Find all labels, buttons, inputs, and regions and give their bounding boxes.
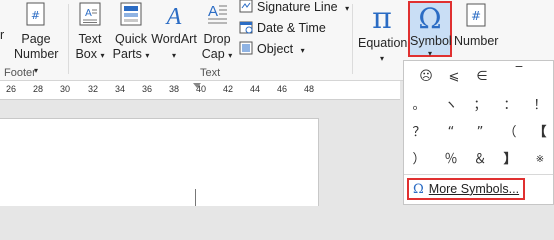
symbol-cell[interactable]: 】 [496,149,524,171]
number-label: Number [454,34,499,48]
symbol-cell[interactable]: ） [405,149,433,171]
ruler-number: 48 [304,84,315,94]
drop-cap-label-2: Cap ▾ [201,47,233,61]
ruler-number: 26 [6,84,17,94]
date-time-button[interactable]: Date & Time [239,18,326,38]
symbol-cell[interactable]: （ [496,122,524,144]
drop-cap-label-1: Drop [203,32,231,46]
omega-icon: Ω [418,2,441,35]
signature-line-button[interactable]: Signature Line ▾ [239,0,349,17]
svg-text:A: A [85,8,92,19]
symbol-button[interactable]: Ω Symbol ▾ [408,1,452,58]
quick-parts-button[interactable]: Quick Parts ▾ [110,2,152,63]
quick-parts-label-2: Parts ▾ [112,47,150,61]
svg-text:A: A [208,3,218,20]
text-box-icon: A [79,2,101,26]
svg-text:#: # [31,9,40,22]
ruler-number: 36 [142,84,153,94]
dropdown-caret-icon: ▾ [145,51,150,60]
dropdown-caret-icon: ▾ [100,51,105,60]
number-button[interactable]: # Number [454,2,498,49]
quick-parts-icon [120,2,142,26]
text-group-label: Text [200,67,221,79]
more-symbols-button[interactable]: Ω More Symbols... [407,178,525,200]
symbol-cell[interactable]: 【 [526,122,554,144]
symbol-cell[interactable]: ” [466,122,494,144]
symbol-cell[interactable]: ； [466,95,494,117]
signature-line-icon [239,0,253,13]
ruler-number: 38 [169,84,180,94]
dropdown-caret-icon: ▾ [345,4,350,13]
page-number-label-1: Page [21,32,51,46]
document-page[interactable] [0,118,319,206]
calendar-icon [239,20,253,34]
ruler-number: 44 [250,84,261,94]
symbol-cell[interactable]: ∈ [468,66,496,88]
dropdown-caret-icon: ▾ [427,49,432,58]
number-icon: # [466,3,486,27]
symbol-cell[interactable]: ⩽ [440,66,468,88]
ruler-number: 32 [88,84,99,94]
quick-parts-label-1: Quick [115,32,147,46]
symbol-cell[interactable]: ！ [526,95,554,117]
wordart-icon: A [165,4,182,30]
ruler-number: 28 [33,84,44,94]
page-number-icon: # [26,2,45,26]
footer-group-label: Footer [4,67,36,79]
svg-text:A: A [165,4,182,28]
symbol-cell[interactable]: “ [437,122,465,144]
drop-cap-icon: A [208,3,227,24]
indent-marker-icon[interactable] [193,83,201,88]
svg-text:#: # [471,9,481,23]
symbol-cell[interactable]: ※ [526,149,554,171]
ruler-number: 34 [115,84,126,94]
object-icon [239,41,253,55]
svg-text:Ω: Ω [418,3,441,33]
pi-icon: π [372,1,392,36]
symbol-cell[interactable]: ☹ [412,66,440,88]
text-box-button[interactable]: A Text Box ▾ [72,2,108,63]
object-button[interactable]: Object ▾ [239,39,305,59]
dropdown-caret-icon: ▾ [379,54,384,63]
svg-text:π: π [372,2,392,32]
symbol-cell[interactable]: ： [496,95,524,117]
more-symbols-label: More Symbols... [428,182,520,196]
symbol-cell[interactable]: ヽ [437,95,465,117]
symbol-cell[interactable]: ＆ [466,149,494,171]
wordart-button[interactable]: A WordArt ▾ [150,2,198,63]
text-box-label-1: Text [78,32,102,46]
date-time-label: Date & Time [257,21,326,35]
ruler-number: 46 [277,84,288,94]
symbol-cell[interactable]: ‾ [505,62,533,84]
panel-divider [404,174,553,175]
group-separator [68,4,69,74]
dropdown-caret-icon: ▾ [171,51,176,60]
text-box-label-2: Box ▾ [75,47,105,61]
symbol-cell[interactable]: ％ [437,149,465,171]
dropdown-caret-icon: ▾ [300,46,305,55]
equation-button[interactable]: π Equation ▾ [358,1,408,66]
horizontal-ruler[interactable]: 26 28 30 32 34 36 38 40 42 44 46 48 [0,81,400,100]
wordart-label: WordArt ▾ [151,32,197,60]
symbol-cell[interactable]: ？ [405,122,433,144]
symbol-cell[interactable]: 。 [405,95,433,117]
partial-ribbon-button[interactable]: r [0,28,4,43]
object-label: Object [257,42,294,56]
drop-cap-button[interactable]: A Drop Cap ▾ [200,2,234,63]
text-cursor [195,189,196,206]
dropdown-caret-icon: ▾ [228,51,233,60]
symbol-label: Symbol [410,34,452,48]
ruler-number: 42 [223,84,234,94]
signature-line-label: Signature Line [257,0,338,14]
omega-icon: Ω [413,182,424,197]
equation-label: Equation [358,36,408,50]
group-separator [352,4,353,74]
ruler-number: 30 [60,84,71,94]
